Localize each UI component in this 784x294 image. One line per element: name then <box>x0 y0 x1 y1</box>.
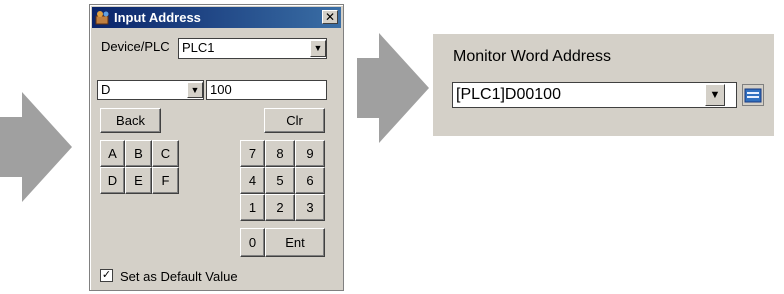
key-0[interactable]: 0 <box>240 228 265 257</box>
key-8[interactable]: 8 <box>265 140 295 167</box>
device-plc-select[interactable]: PLC1 <box>178 38 327 59</box>
key-7[interactable]: 7 <box>240 140 265 167</box>
key-e[interactable]: E <box>125 167 152 194</box>
device-plc-dropdown-arrow[interactable]: ▼ <box>310 40 326 57</box>
dialog-titlebar: Input Address ✕ <box>92 7 341 28</box>
address-number-value: 100 <box>210 82 232 97</box>
address-number-input[interactable]: 100 <box>206 80 327 100</box>
chevron-down-icon: ▼ <box>190 85 200 95</box>
key-a[interactable]: A <box>100 140 125 167</box>
key-4[interactable]: 4 <box>240 167 265 194</box>
key-5[interactable]: 5 <box>265 167 295 194</box>
back-key[interactable]: Back <box>100 108 161 133</box>
ent-key[interactable]: Ent <box>265 228 325 257</box>
key-6[interactable]: 6 <box>295 167 325 194</box>
monitor-word-address-field[interactable]: [PLC1]D00100 <box>452 82 737 108</box>
default-value-checkbox[interactable]: ✓ <box>100 269 113 282</box>
key-9[interactable]: 9 <box>295 140 325 167</box>
input-address-dialog: Input Address ✕ Device/PLC PLC1 ▼ D ▼ 10… <box>89 4 344 291</box>
flow-arrow-left <box>0 92 72 202</box>
device-plc-value: PLC1 <box>182 40 215 55</box>
key-d[interactable]: D <box>100 167 125 194</box>
monitor-word-address-panel: Monitor Word Address [PLC1]D00100 ▼ <box>433 34 774 136</box>
chevron-down-icon: ▼ <box>709 89 721 101</box>
key-f[interactable]: F <box>152 167 179 194</box>
close-icon: ✕ <box>324 10 336 24</box>
key-b[interactable]: B <box>125 140 152 167</box>
check-icon: ✓ <box>101 269 112 281</box>
device-plc-label: Device/PLC <box>101 39 170 54</box>
clr-key[interactable]: Clr <box>264 108 325 133</box>
key-1[interactable]: 1 <box>240 194 265 221</box>
address-type-dropdown-arrow[interactable]: ▼ <box>187 82 203 98</box>
key-3[interactable]: 3 <box>295 194 325 221</box>
close-button[interactable]: ✕ <box>322 10 338 24</box>
default-value-label: Set as Default Value <box>120 269 238 284</box>
chevron-down-icon: ▼ <box>313 43 323 53</box>
app-icon <box>95 11 109 25</box>
monitor-word-address-label: Monitor Word Address <box>453 48 611 65</box>
monitor-address-dropdown-arrow[interactable]: ▼ <box>705 84 725 106</box>
dialog-title: Input Address <box>114 10 201 25</box>
address-type-value: D <box>101 82 111 97</box>
key-2[interactable]: 2 <box>265 194 295 221</box>
flow-arrow-right <box>357 33 429 143</box>
keypad-icon[interactable] <box>742 84 764 106</box>
monitor-word-address-value: [PLC1]D00100 <box>456 86 561 103</box>
key-c[interactable]: C <box>152 140 179 167</box>
